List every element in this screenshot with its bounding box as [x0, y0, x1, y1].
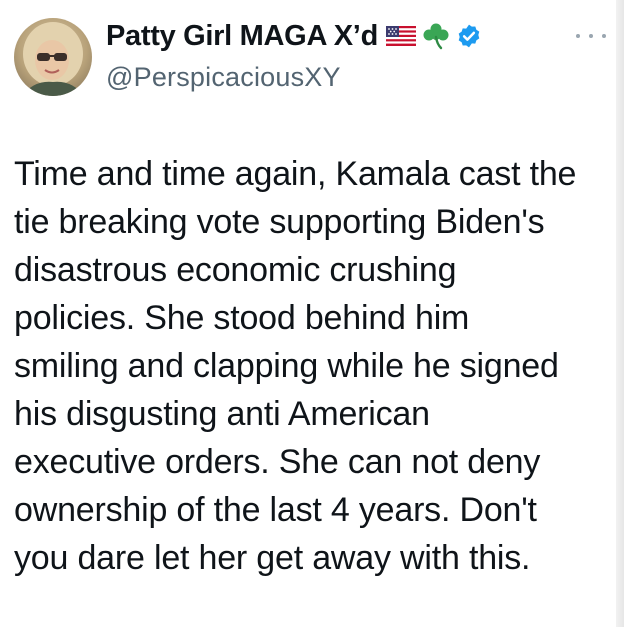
- author-info: Patty Girl MAGA X’d @PerspicaciousXY: [106, 16, 482, 93]
- author-handle[interactable]: @PerspicaciousXY: [106, 62, 482, 93]
- us-flag-icon: [385, 26, 416, 46]
- tweet-text-line: disastrous economic crushing: [14, 251, 457, 289]
- more-dot: [576, 34, 580, 38]
- tweet-text-line: his disgusting anti American: [14, 395, 430, 433]
- shamrock-icon: [423, 23, 449, 50]
- tweet-text-line: Time and time again, Kamala cast the: [14, 155, 577, 193]
- verified-badge-icon[interactable]: [456, 23, 482, 49]
- tweet-text-line: tie breaking vote supporting Biden's: [14, 203, 545, 241]
- tweet-text-line: ownership of the last 4 years. Don't: [14, 491, 537, 529]
- tweet-text-line: you dare let her get away with this.: [14, 539, 531, 577]
- name-badges: [385, 22, 482, 50]
- tweet-text-line: policies. She stood behind him: [14, 299, 470, 337]
- avatar[interactable]: [14, 18, 92, 96]
- tweet-text-line: executive orders. She can not deny: [14, 443, 541, 481]
- tweet-body: Time and time again, Kamala cast the tie…: [14, 150, 610, 582]
- screenshot-edge: [616, 0, 624, 627]
- more-options-icon[interactable]: [576, 26, 606, 46]
- tweet-header: Patty Girl MAGA X’d @PerspicaciousXY: [14, 16, 610, 100]
- display-name[interactable]: Patty Girl MAGA X’d: [106, 20, 378, 53]
- display-name-row: Patty Girl MAGA X’d: [106, 16, 482, 56]
- more-dot: [589, 34, 593, 38]
- more-dot: [602, 34, 606, 38]
- tweet-text-line: smiling and clapping while he signed: [14, 347, 559, 385]
